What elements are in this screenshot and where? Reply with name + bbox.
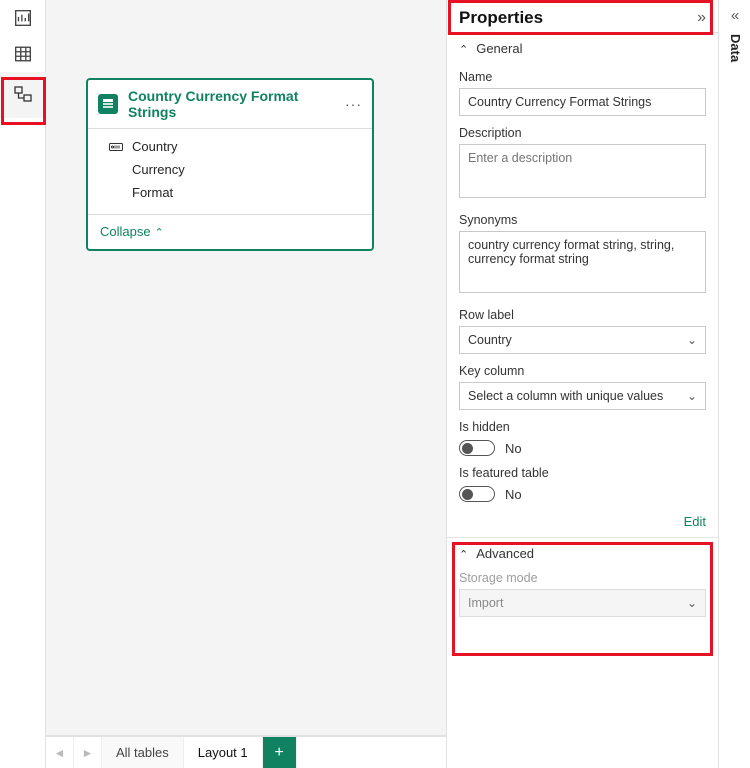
rowlabel-select[interactable]: Country ⌄	[459, 326, 706, 354]
properties-title: Properties	[459, 8, 543, 28]
edit-link[interactable]: Edit	[447, 508, 718, 537]
keycolumn-select[interactable]: Select a column with unique values ⌄	[459, 382, 706, 410]
properties-pane: Properties » General Name Description Sy…	[446, 0, 718, 768]
data-rail-label: Data	[728, 34, 743, 62]
ishidden-label: Is hidden	[459, 420, 706, 434]
model-view-button[interactable]	[0, 72, 46, 118]
card-more-button[interactable]: ···	[345, 96, 362, 112]
left-nav-rail	[0, 0, 46, 768]
chevron-down-icon: ⌄	[687, 333, 697, 347]
table-icon	[14, 45, 32, 63]
isfeatured-state: No	[505, 487, 522, 502]
storagemode-label: Storage mode	[459, 571, 706, 585]
tab-layout-1[interactable]: Layout 1	[184, 737, 263, 768]
name-label: Name	[459, 70, 706, 84]
field-name: Country	[132, 139, 178, 154]
properties-header: Properties »	[447, 0, 718, 33]
field-row[interactable]: Country	[100, 135, 360, 158]
isfeatured-label: Is featured table	[459, 466, 706, 480]
ishidden-state: No	[505, 441, 522, 456]
report-icon	[14, 9, 32, 27]
isfeatured-toggle[interactable]	[459, 486, 495, 502]
model-icon	[13, 85, 33, 105]
chevron-up-icon	[459, 41, 468, 56]
field-name: Format	[132, 185, 173, 200]
synonyms-input[interactable]	[459, 231, 706, 293]
expand-data-button[interactable]: «	[719, 0, 750, 30]
card-header[interactable]: Country Currency Format Strings ···	[88, 80, 372, 129]
general-section-toggle[interactable]: General	[447, 33, 718, 60]
field-row[interactable]: Format	[100, 181, 360, 204]
keycolumn-value: Select a column with unique values	[468, 389, 663, 403]
card-fields: Country Currency Format	[88, 129, 372, 214]
chevron-down-icon: ⌄	[687, 596, 697, 610]
tab-prev-button[interactable]: ◄	[46, 737, 74, 768]
chevron-up-icon	[155, 224, 164, 239]
table-card[interactable]: Country Currency Format Strings ··· Coun…	[86, 78, 374, 251]
card-title: Country Currency Format Strings	[128, 88, 335, 120]
name-input[interactable]	[459, 88, 706, 116]
data-view-button[interactable]	[0, 36, 46, 72]
key-field-icon	[108, 142, 124, 152]
field-name: Currency	[132, 162, 185, 177]
general-section: Name Description Synonyms Row label Coun…	[447, 70, 718, 508]
description-input[interactable]	[459, 144, 706, 198]
advanced-section-toggle[interactable]: Advanced	[447, 538, 718, 565]
section-title: General	[476, 41, 522, 56]
chevron-down-icon: ⌄	[687, 389, 697, 403]
chevron-up-icon	[459, 546, 468, 561]
storagemode-value: Import	[468, 596, 503, 610]
collapse-properties-button[interactable]: »	[697, 9, 706, 27]
layout-tabs: ◄ ► All tables Layout 1 +	[46, 736, 446, 768]
rowlabel-label: Row label	[459, 308, 706, 322]
tab-all-tables[interactable]: All tables	[102, 737, 184, 768]
field-row[interactable]: Currency	[100, 158, 360, 181]
report-view-button[interactable]	[0, 0, 46, 36]
storagemode-select: Import ⌄	[459, 589, 706, 617]
synonyms-label: Synonyms	[459, 213, 706, 227]
advanced-section-container: Advanced Storage mode Import ⌄	[447, 537, 718, 623]
add-layout-button[interactable]: +	[263, 737, 297, 768]
description-label: Description	[459, 126, 706, 140]
rowlabel-value: Country	[468, 333, 512, 347]
keycolumn-label: Key column	[459, 364, 706, 378]
tab-next-button[interactable]: ►	[74, 737, 102, 768]
collapse-link[interactable]: Collapse	[100, 224, 164, 239]
ishidden-toggle[interactable]	[459, 440, 495, 456]
data-rail: « Data	[718, 0, 750, 768]
table-header-icon	[98, 94, 118, 114]
section-title: Advanced	[476, 546, 534, 561]
